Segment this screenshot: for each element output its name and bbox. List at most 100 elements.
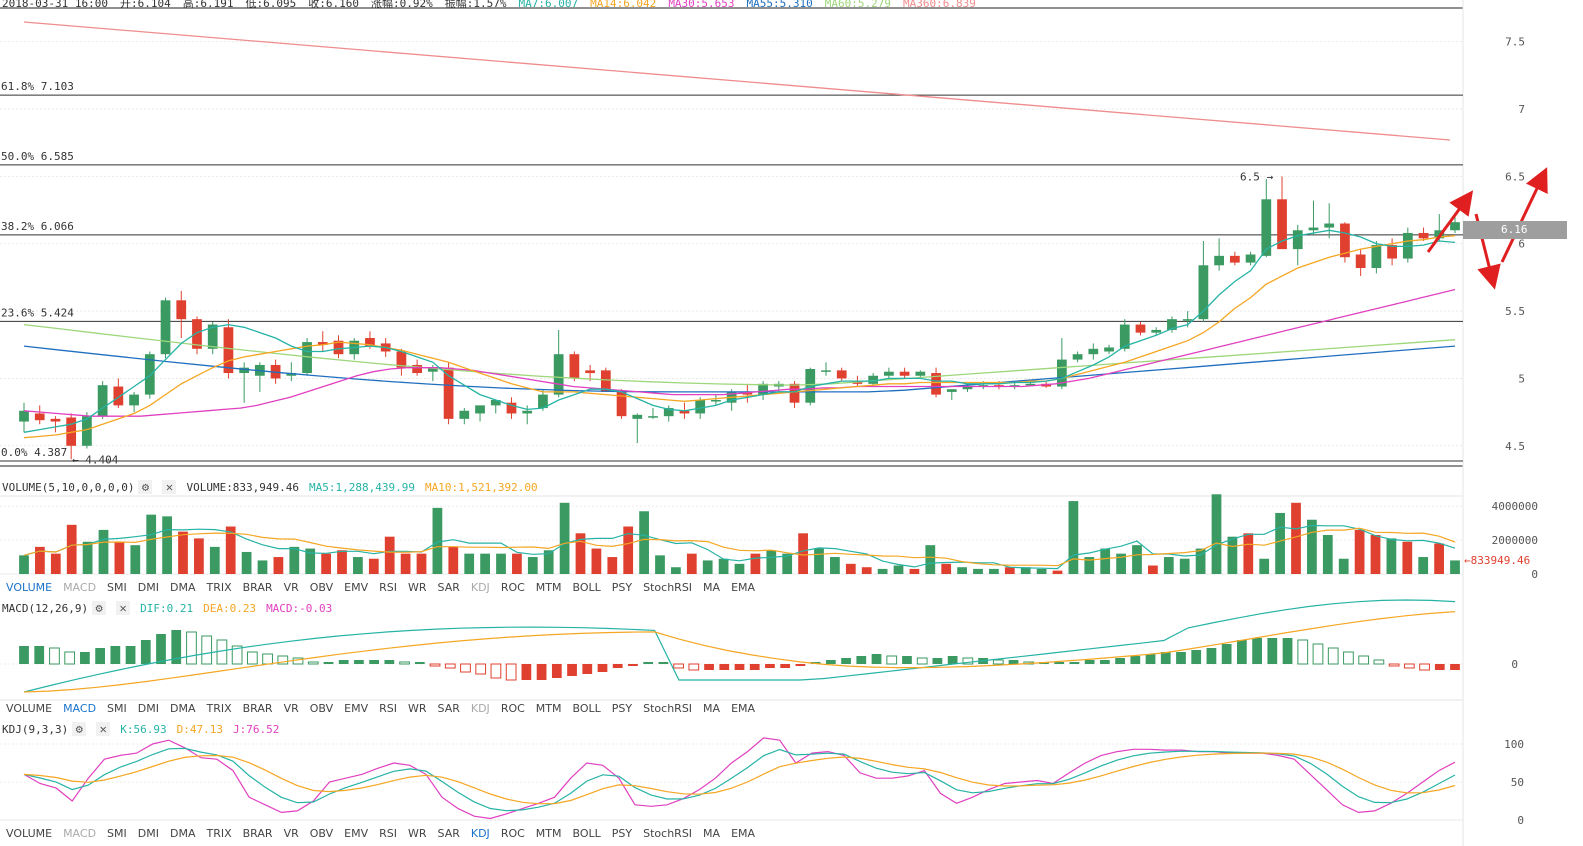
tab-ma[interactable]: MA bbox=[703, 581, 720, 597]
tab-smi[interactable]: SMI bbox=[107, 827, 127, 843]
close-icon[interactable]: ✕ bbox=[96, 722, 111, 736]
gear-icon[interactable]: ⚙ bbox=[138, 480, 153, 494]
tab-emv[interactable]: EMV bbox=[344, 702, 368, 718]
tab-psy[interactable]: PSY bbox=[612, 702, 632, 718]
candle-body bbox=[1182, 319, 1193, 321]
volume-bar bbox=[82, 541, 93, 574]
tab-volume[interactable]: VOLUME bbox=[6, 827, 52, 843]
tab-dmi[interactable]: DMI bbox=[138, 702, 159, 718]
tab-stochrsi[interactable]: StochRSI bbox=[643, 702, 692, 718]
macd-histogram-bar bbox=[658, 662, 669, 664]
volume-bar bbox=[1402, 541, 1413, 574]
tab-rsi[interactable]: RSI bbox=[379, 581, 397, 597]
tab-boll[interactable]: BOLL bbox=[573, 827, 601, 843]
tab-volume[interactable]: VOLUME bbox=[6, 581, 52, 597]
tab-trix[interactable]: TRIX bbox=[206, 702, 231, 718]
volume-bar bbox=[655, 555, 665, 574]
tab-psy[interactable]: PSY bbox=[612, 827, 632, 843]
macd-histogram-bar bbox=[902, 656, 912, 664]
tab-ema[interactable]: EMA bbox=[731, 581, 755, 597]
tab-stochrsi[interactable]: StochRSI bbox=[643, 827, 692, 843]
gear-icon[interactable]: ⚙ bbox=[92, 601, 107, 615]
tab-wr[interactable]: WR bbox=[408, 702, 427, 718]
tab-rsi[interactable]: RSI bbox=[379, 702, 397, 718]
tab-rsi[interactable]: RSI bbox=[379, 827, 397, 843]
tab-volume[interactable]: VOLUME bbox=[6, 702, 52, 718]
tab-wr[interactable]: WR bbox=[408, 827, 427, 843]
macd-histogram-bar bbox=[1054, 662, 1065, 664]
tab-sar[interactable]: SAR bbox=[438, 581, 460, 597]
tab-ma[interactable]: MA bbox=[703, 827, 720, 843]
candle-body bbox=[475, 405, 485, 414]
candle-body bbox=[1324, 223, 1335, 228]
tab-psy[interactable]: PSY bbox=[612, 581, 632, 597]
close-icon[interactable]: ✕ bbox=[116, 601, 131, 615]
candle-body bbox=[1245, 254, 1256, 263]
tab-sar[interactable]: SAR bbox=[438, 702, 460, 718]
tab-obv[interactable]: OBV bbox=[310, 581, 333, 597]
tab-vr[interactable]: VR bbox=[284, 581, 299, 597]
volume-ma10-line bbox=[23, 527, 1456, 567]
tab-brar[interactable]: BRAR bbox=[243, 702, 273, 718]
tab-macd[interactable]: MACD bbox=[63, 702, 96, 718]
tab-wr[interactable]: WR bbox=[408, 581, 427, 597]
tab-ema[interactable]: EMA bbox=[731, 702, 755, 718]
tab-ma[interactable]: MA bbox=[703, 702, 720, 718]
tab-mtm[interactable]: MTM bbox=[536, 702, 562, 718]
volume-bar bbox=[734, 563, 745, 574]
tab-stochrsi[interactable]: StochRSI bbox=[643, 581, 692, 597]
volume-bar bbox=[686, 553, 697, 574]
volume-bar bbox=[766, 550, 777, 574]
candle-body bbox=[1104, 347, 1114, 352]
tab-dma[interactable]: DMA bbox=[170, 581, 196, 597]
volume-bar bbox=[1243, 533, 1254, 574]
tab-roc[interactable]: ROC bbox=[501, 827, 525, 843]
close-icon[interactable]: ✕ bbox=[162, 480, 177, 494]
macd-histogram-bar bbox=[262, 653, 273, 665]
tab-brar[interactable]: BRAR bbox=[243, 581, 273, 597]
macd-histogram-bar bbox=[49, 647, 60, 665]
tab-kdj[interactable]: KDJ bbox=[471, 827, 490, 843]
tab-macd[interactable]: MACD bbox=[63, 581, 96, 597]
volume-bar bbox=[1322, 535, 1333, 574]
volume-bar bbox=[925, 545, 936, 574]
tab-brar[interactable]: BRAR bbox=[243, 827, 273, 843]
tab-obv[interactable]: OBV bbox=[310, 702, 333, 718]
tab-sar[interactable]: SAR bbox=[438, 827, 460, 843]
tab-kdj[interactable]: KDJ bbox=[471, 702, 490, 718]
tab-emv[interactable]: EMV bbox=[344, 827, 368, 843]
tab-trix[interactable]: TRIX bbox=[206, 581, 231, 597]
tab-vr[interactable]: VR bbox=[284, 702, 299, 718]
tab-boll[interactable]: BOLL bbox=[573, 581, 601, 597]
tab-roc[interactable]: ROC bbox=[501, 702, 525, 718]
tab-mtm[interactable]: MTM bbox=[536, 581, 562, 597]
macd-histogram-bar bbox=[1358, 655, 1370, 665]
tab-dma[interactable]: DMA bbox=[170, 827, 196, 843]
tab-macd[interactable]: MACD bbox=[63, 827, 96, 843]
tab-ema[interactable]: EMA bbox=[731, 827, 755, 843]
tab-obv[interactable]: OBV bbox=[310, 827, 333, 843]
tab-trix[interactable]: TRIX bbox=[206, 827, 231, 843]
volume-bar bbox=[1004, 567, 1015, 574]
gear-icon[interactable]: ⚙ bbox=[72, 722, 87, 736]
tab-emv[interactable]: EMV bbox=[344, 581, 368, 597]
tab-boll[interactable]: BOLL bbox=[573, 702, 601, 718]
macd-histogram-bar bbox=[95, 648, 105, 664]
tab-vr[interactable]: VR bbox=[284, 827, 299, 843]
tab-dmi[interactable]: DMI bbox=[138, 827, 159, 843]
volume-bar bbox=[1338, 558, 1349, 574]
volume-bar bbox=[527, 557, 538, 574]
candle-body bbox=[1418, 232, 1429, 239]
tab-dmi[interactable]: DMI bbox=[138, 581, 159, 597]
tab-kdj[interactable]: KDJ bbox=[471, 581, 490, 597]
macd-histogram-bar bbox=[1130, 656, 1141, 664]
tab-roc[interactable]: ROC bbox=[501, 581, 525, 597]
macd-histogram-bar bbox=[1191, 650, 1202, 664]
tab-mtm[interactable]: MTM bbox=[536, 827, 562, 843]
volume-bar bbox=[1100, 548, 1111, 574]
tab-smi[interactable]: SMI bbox=[107, 702, 127, 718]
tab-smi[interactable]: SMI bbox=[107, 581, 127, 597]
macd-histogram-bar bbox=[354, 660, 364, 664]
main-chart[interactable]: 61.8% 7.103 50.0% 6.585 38.2% 6.066 23.6% 5… bbox=[0, 0, 1583, 846]
tab-dma[interactable]: DMA bbox=[170, 702, 196, 718]
